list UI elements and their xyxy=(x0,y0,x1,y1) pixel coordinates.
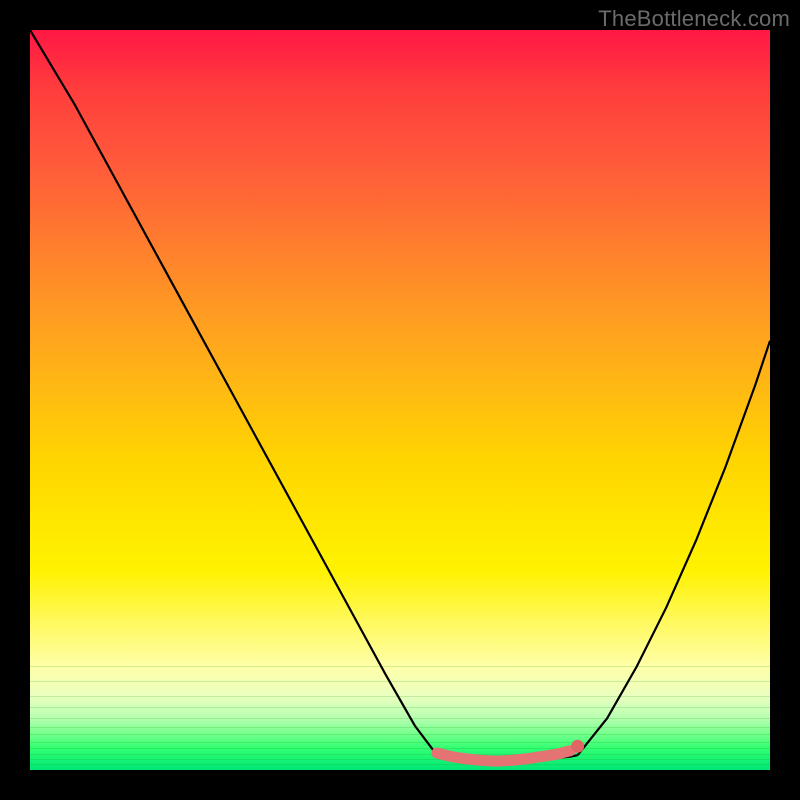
plot-area xyxy=(30,30,770,770)
left-curve xyxy=(30,30,437,755)
right-curve xyxy=(578,341,770,755)
highlight-segment xyxy=(437,751,570,761)
watermark-text: TheBottleneck.com xyxy=(598,6,790,32)
chart-svg xyxy=(30,30,770,770)
chart-stage: TheBottleneck.com xyxy=(0,0,800,800)
highlight-dot xyxy=(571,740,584,753)
